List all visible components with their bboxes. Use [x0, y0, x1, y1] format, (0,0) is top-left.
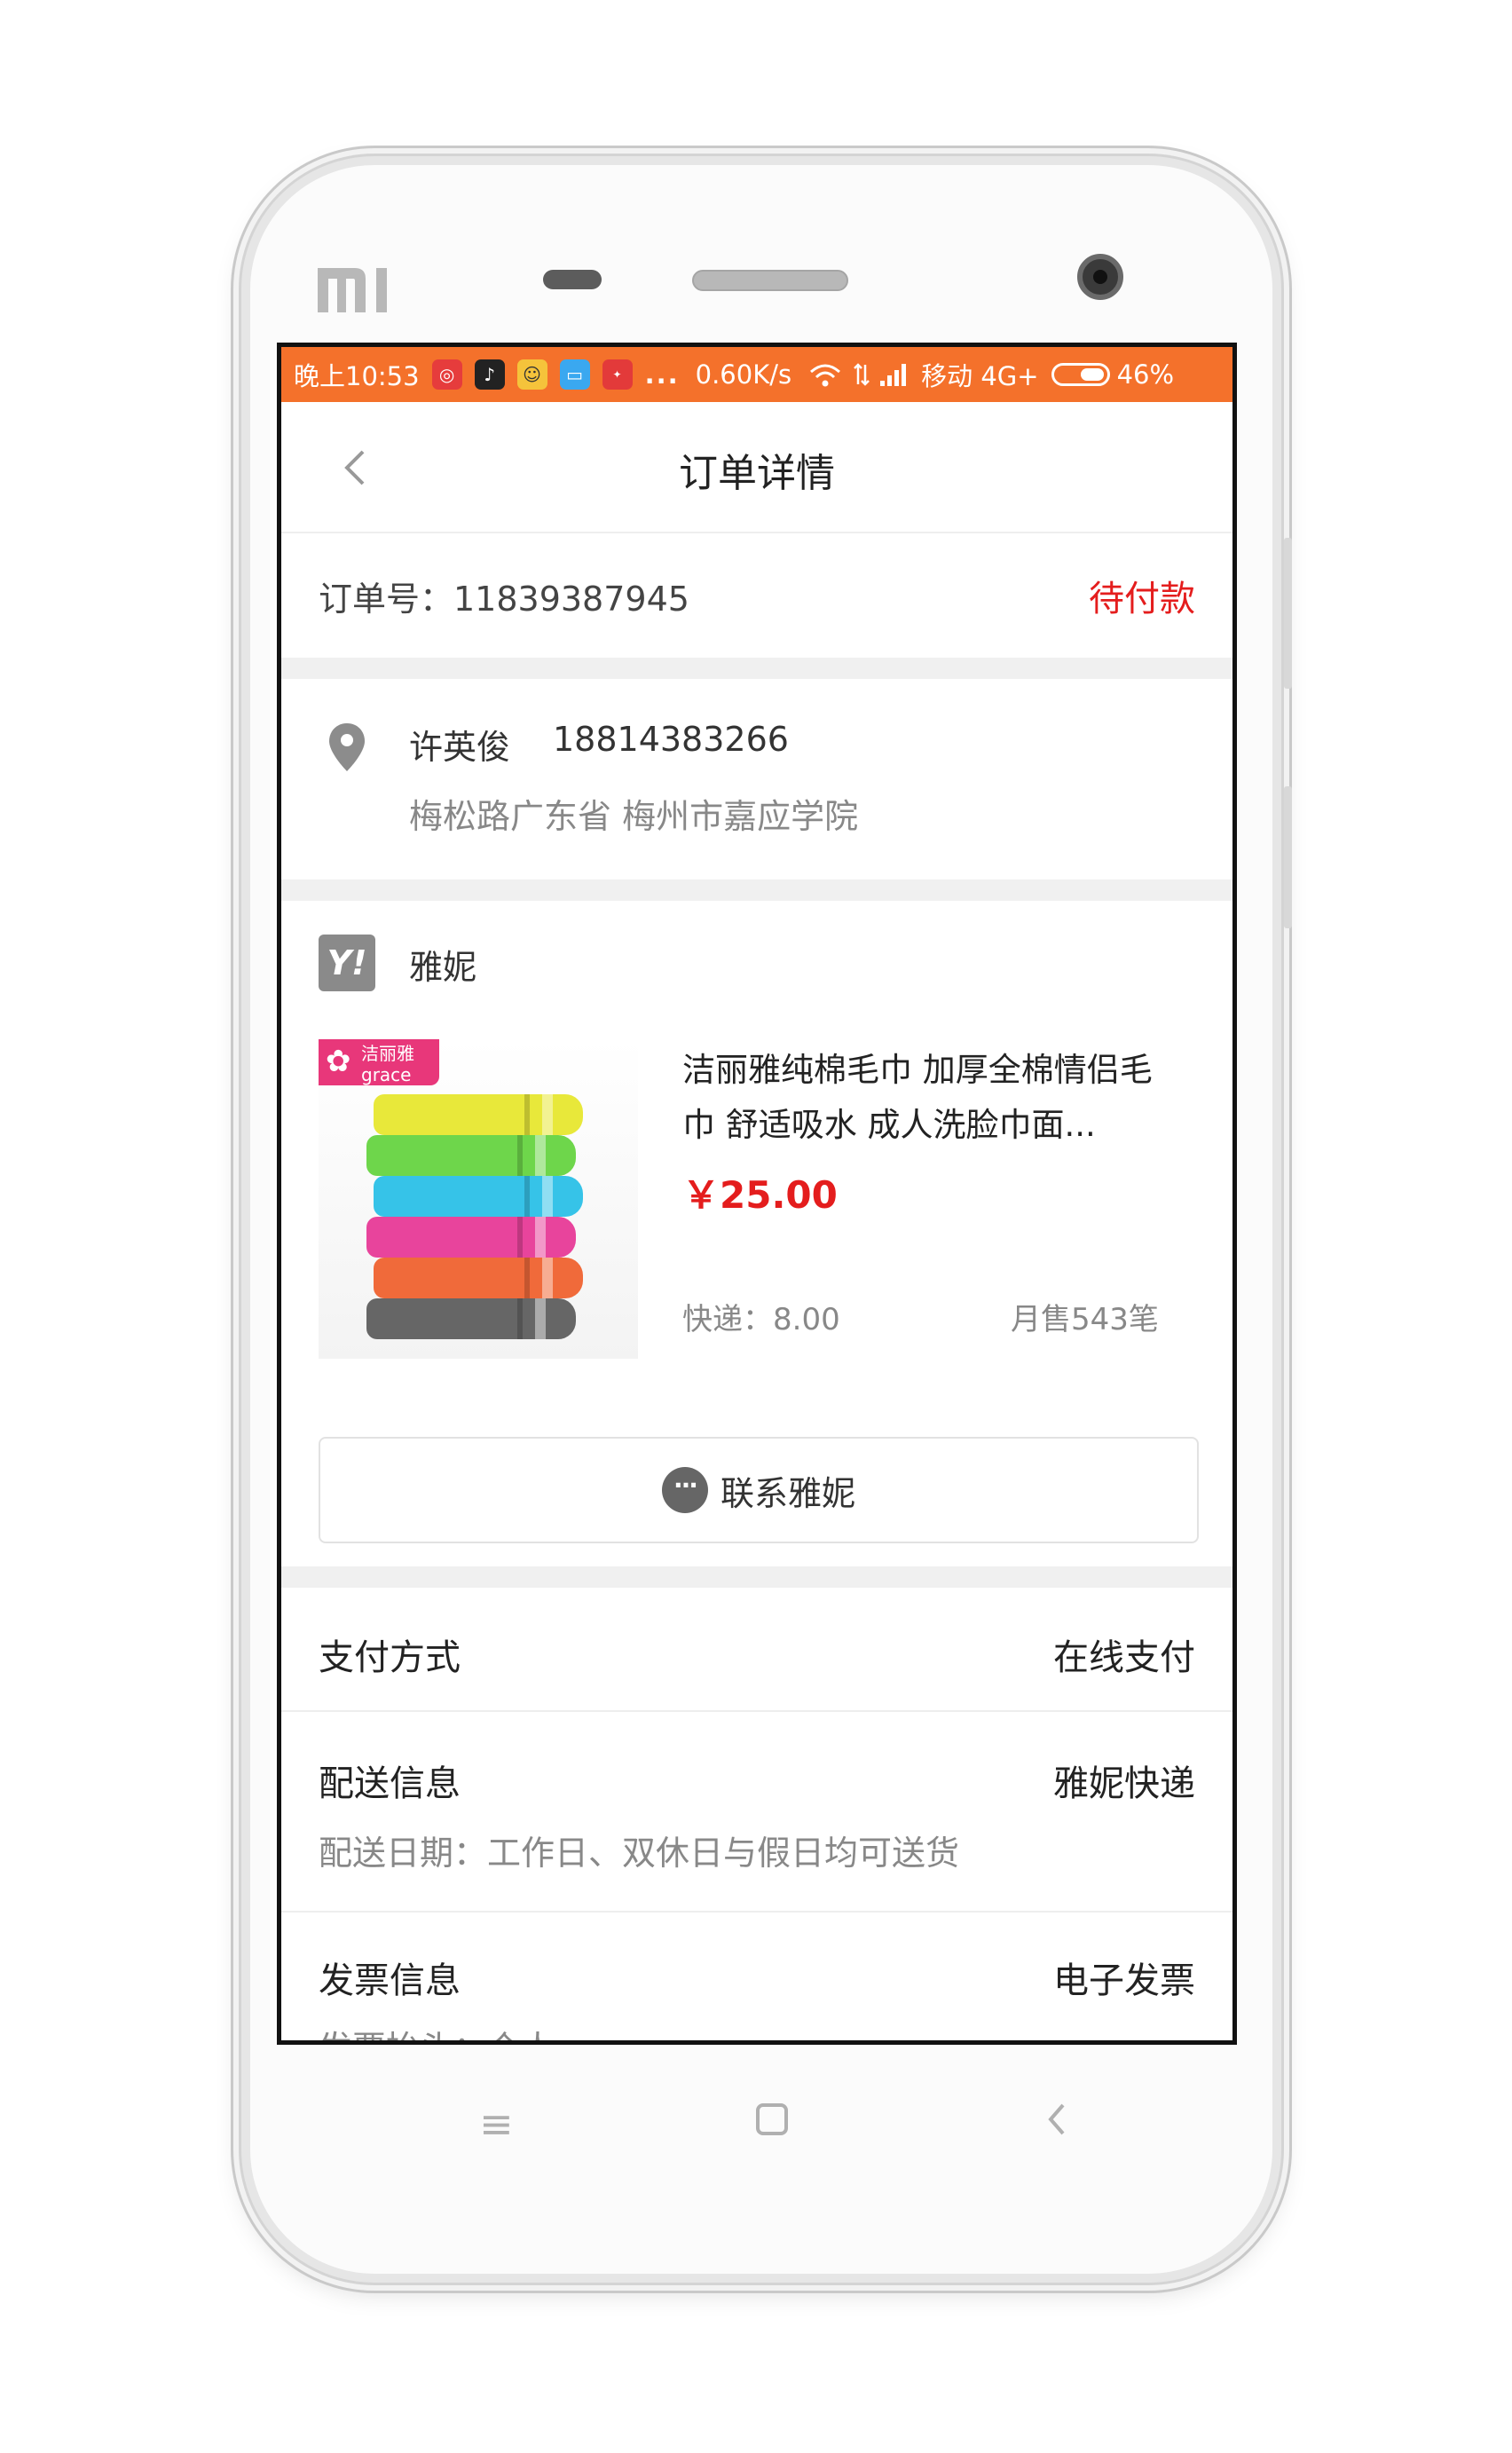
monthly-sales: 月售543笔 [1011, 1302, 1159, 1337]
payment-method-label: 支付方式 [319, 1637, 461, 1678]
recipient-name: 许英俊 [409, 728, 511, 767]
mi-logo [318, 268, 387, 312]
data-transfer-icon [854, 363, 870, 386]
phone-screen: 晚上10:53 ◎ ♪ ☺ ▭ ✦ ... 0.60K/s 移动 4G+ 46% [277, 343, 1237, 2045]
invoice-title-text: 发票抬头：个人 [319, 2021, 555, 2040]
towel-layer [366, 1217, 576, 1258]
volume-button [1284, 538, 1292, 689]
more-notifications: ... [644, 359, 680, 390]
shipping-fee: 快递：8.00 [682, 1302, 840, 1337]
home-key-icon[interactable] [752, 2100, 791, 2149]
netease-music-icon: ◎ [431, 359, 462, 390]
delivery-info-row[interactable]: 配送信息 雅妮快递 配送日期：工作日、双休日与假日均可送货 [281, 1712, 1232, 1913]
towel-layer [374, 1094, 583, 1135]
net-speed: 0.60K/s [695, 359, 792, 390]
address-section[interactable]: 许英俊 18814383266 梅松路广东省 梅州市嘉应学院 [281, 679, 1232, 879]
order-number: 订单号：11839387945 [319, 579, 689, 619]
order-status: 待付款 [1089, 579, 1195, 619]
page-title: 订单详情 [679, 451, 835, 496]
payment-method-row[interactable]: 支付方式 在线支付 [281, 1588, 1232, 1712]
delivery-info-value: 雅妮快递 [1053, 1763, 1195, 1804]
contact-seller-button[interactable]: 联系雅妮 [319, 1437, 1199, 1543]
signal-icon [880, 364, 907, 386]
delivery-date-text: 配送日期：工作日、双休日与假日均可送货 [319, 1834, 960, 1873]
invoice-info-label: 发票信息 [319, 1960, 461, 2001]
towel-layer [366, 1298, 576, 1339]
zcom-icon: ✦ [602, 359, 633, 390]
sensor-slot [543, 270, 602, 289]
tiktok-icon: ♪ [474, 359, 505, 390]
brand-tag-cn: 洁丽雅 [361, 1043, 414, 1064]
location-pin-icon [329, 723, 365, 771]
shop-logo[interactable]: Y! [319, 935, 375, 991]
towel-layer [374, 1176, 583, 1217]
front-camera [1077, 254, 1123, 300]
battery-level: 46% [1116, 359, 1175, 390]
shop-section: Y! 雅妮 洁丽雅 grace 洁丽雅纯棉毛巾 加厚全棉情侣毛巾 舒适吸水 成人… [281, 901, 1232, 1566]
section-divider [281, 1566, 1232, 1588]
power-button [1284, 786, 1292, 928]
wifi-icon [810, 364, 841, 387]
invoice-info-value: 电子发票 [1053, 1960, 1195, 2001]
brand-tag-en: grace [361, 1064, 412, 1085]
title-bar: 订单详情 [281, 402, 1232, 533]
recipient-address: 梅松路广东省 梅州市嘉应学院 [409, 797, 859, 836]
contact-seller-label: 联系雅妮 [720, 1473, 855, 1513]
shop-name[interactable]: 雅妮 [409, 940, 476, 989]
payment-method-value: 在线支付 [1053, 1637, 1195, 1678]
earpiece-speaker [692, 270, 848, 291]
recipient-phone: 18814383266 [553, 720, 789, 759]
towel-layer [366, 1135, 576, 1176]
product-price: ￥25.00 [682, 1173, 838, 1217]
delivery-info-label: 配送信息 [319, 1763, 461, 1804]
carrier-label: 移动 4G+ [921, 361, 1039, 391]
message-icon: ▭ [559, 359, 590, 390]
section-divider [281, 879, 1232, 901]
product-image[interactable]: 洁丽雅 grace [319, 1039, 638, 1359]
chat-icon [661, 1467, 708, 1513]
status-time: 晚上10:53 [294, 361, 420, 391]
back-key-icon[interactable] [1040, 2100, 1075, 2149]
section-divider [281, 658, 1232, 679]
battery-icon [1051, 363, 1110, 386]
brand-tag: 洁丽雅 grace [319, 1039, 439, 1085]
qq-icon: ☺ [516, 359, 547, 390]
order-number-row: 订单号：11839387945 待付款 [281, 533, 1232, 658]
invoice-info-row[interactable]: 发票信息 电子发票 发票抬头：个人 [281, 1913, 1232, 2040]
towel-layer [374, 1258, 583, 1298]
menu-key-icon[interactable]: ≡ [479, 2100, 514, 2148]
status-bar: 晚上10:53 ◎ ♪ ☺ ▭ ✦ ... 0.60K/s 移动 4G+ 46% [281, 347, 1232, 402]
product-title[interactable]: 洁丽雅纯棉毛巾 加厚全棉情侣毛巾 舒适吸水 成人洗脸巾面... [682, 1043, 1179, 1153]
